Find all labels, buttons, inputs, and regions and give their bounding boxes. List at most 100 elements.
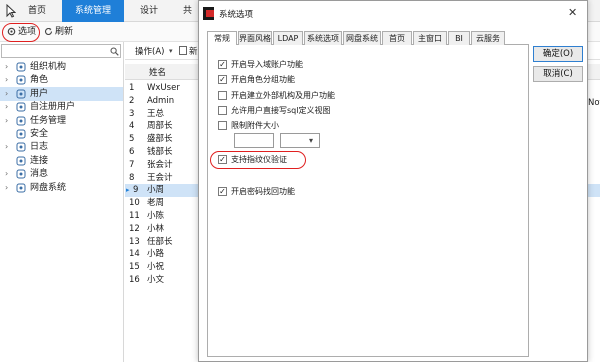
user-name-cell: 周部长	[147, 121, 173, 132]
expand-arrow-icon[interactable]: ›	[5, 100, 13, 114]
expand-arrow-icon[interactable]: ›	[5, 181, 13, 195]
nav-search-input[interactable]	[1, 44, 121, 58]
expand-arrow-icon[interactable]: ›	[5, 87, 13, 101]
cursor-arrow-icon[interactable]	[6, 3, 17, 18]
fingerprint-checkbox[interactable]: ✓	[218, 155, 227, 164]
tab-1[interactable]: 界面风格	[238, 31, 272, 45]
tab-7[interactable]: BI	[448, 31, 470, 45]
option-label: 限制附件大小	[231, 121, 279, 131]
menu-design[interactable]: 设计	[140, 0, 170, 22]
table-row[interactable]: 7 张会计	[125, 159, 205, 172]
table-row[interactable]: 6 钱部长	[125, 146, 205, 159]
table-row[interactable]: 14 小路	[125, 248, 205, 261]
table-row[interactable]: 5 盛部长	[125, 133, 205, 146]
tab-5[interactable]: 首页	[382, 31, 412, 45]
operate-menu-button[interactable]: 操作(A)	[135, 45, 164, 57]
sidebar-item-label: 消息	[30, 169, 49, 180]
refresh-button[interactable]: 刷新	[55, 24, 73, 40]
org-icon	[16, 62, 26, 72]
system-options-dialog: 系统选项 ✕ 常规 界面风格 LDAP 系统选项 网盘系统 首页 主窗口 BI 云服务 ✓ 开启导…	[198, 0, 588, 362]
option-checkbox[interactable]: ✓	[218, 75, 227, 85]
close-icon[interactable]: ✕	[568, 6, 577, 19]
tab-8[interactable]: 云服务	[471, 31, 505, 45]
table-row[interactable]: 10 老周	[125, 197, 205, 210]
table-row[interactable]: 4 周部长	[125, 120, 205, 133]
row-number: 13	[129, 236, 140, 247]
user-name-cell: 小祝	[147, 262, 165, 273]
log-icon	[16, 142, 26, 152]
row-number: 1	[129, 83, 135, 93]
sidebar-item-label: 日志	[30, 142, 49, 153]
sidebar-item-message[interactable]: › 消息	[0, 167, 123, 181]
option-checkbox[interactable]: ✓	[218, 60, 227, 69]
row-number: 15	[129, 262, 140, 273]
sidebar-item-task[interactable]: › 任务管理	[0, 114, 123, 128]
option-checkbox[interactable]	[218, 105, 227, 115]
table-row[interactable]: 1 WxUser	[125, 82, 205, 95]
user-name-cell: 王总	[147, 108, 165, 119]
sidebar-item-role[interactable]: › 角色	[0, 73, 123, 87]
attachment-size-input[interactable]	[234, 133, 274, 148]
sidebar-item-cloud-drive[interactable]: › 网盘系统	[0, 181, 123, 195]
dialog-tabbar: 常规 界面风格 LDAP 系统选项 网盘系统 首页 主窗口 BI 云服务	[207, 31, 529, 46]
search-icon[interactable]	[110, 47, 119, 56]
table-row[interactable]: 3 王总	[125, 108, 205, 121]
tab-4[interactable]: 网盘系统	[343, 31, 381, 45]
table-row[interactable]: 15 小祝	[125, 261, 205, 274]
size-unit-select[interactable]: ▾	[280, 133, 320, 148]
user-icon	[16, 89, 26, 99]
table-row[interactable]: 12 小林	[125, 223, 205, 236]
table-row[interactable]: 2 Admin	[125, 95, 205, 108]
app-logo-icon	[203, 7, 214, 20]
row-number: 5	[129, 134, 135, 145]
expand-arrow-icon[interactable]: ›	[5, 167, 13, 181]
cancel-button[interactable]: 取消(C)	[533, 66, 583, 82]
password-recovery-checkbox[interactable]: ✓	[218, 187, 227, 196]
table-row[interactable]: 13 任部长	[125, 236, 205, 249]
menu-home[interactable]: 首页	[28, 0, 58, 22]
row-number: 4	[129, 121, 135, 132]
table-row[interactable]: 11 小陈	[125, 210, 205, 223]
role-icon	[16, 75, 26, 85]
sidebar-item-self-register[interactable]: › 自注册用户	[0, 100, 123, 114]
table-row[interactable]: 8 王会计	[125, 172, 205, 185]
dialog-titlebar[interactable]: 系统选项 ✕	[199, 1, 587, 27]
sidebar-item-label: 用户	[30, 88, 49, 99]
option-checkbox[interactable]	[218, 121, 227, 131]
refresh-icon[interactable]	[44, 27, 53, 36]
tab-3[interactable]: 系统选项	[304, 31, 342, 45]
sidebar-item-shield[interactable]: 安全	[0, 127, 123, 141]
current-row-indicator-icon: ▸	[126, 186, 130, 195]
tab-2[interactable]: LDAP	[273, 31, 303, 45]
row-number: 9	[133, 185, 139, 196]
new-document-icon[interactable]	[179, 46, 187, 55]
option-checkbox[interactable]	[218, 90, 227, 100]
sidebar-item-user[interactable]: › 用户	[0, 86, 123, 101]
chevron-down-icon: ▾	[308, 136, 313, 145]
row-number: 14	[129, 249, 140, 260]
table-row[interactable]: 16 小文	[125, 274, 205, 287]
user-name-cell: 老周	[147, 198, 165, 209]
user-name-cell: 盛部长	[147, 134, 173, 145]
row-number: 10	[129, 198, 140, 209]
expand-arrow-icon[interactable]: ›	[5, 73, 13, 87]
column-header-name[interactable]: 姓名	[149, 66, 166, 78]
expand-arrow-icon[interactable]: ›	[5, 114, 13, 128]
dropdown-arrow-icon[interactable]: ▾	[169, 47, 173, 55]
user-name-cell: 钱部长	[147, 147, 173, 157]
expand-arrow-icon[interactable]: ›	[5, 140, 13, 154]
row-number: 12	[129, 223, 140, 234]
sidebar-item-label: 角色	[30, 75, 49, 86]
user-name-cell: 小周	[147, 185, 165, 196]
row-number: 8	[129, 172, 135, 183]
tab-0[interactable]: 常规	[207, 31, 237, 46]
sidebar-item-connection[interactable]: 连接	[0, 154, 123, 168]
ok-button[interactable]: 确定(O)	[533, 46, 583, 62]
menu-more[interactable]: 共	[183, 0, 197, 22]
tab-6[interactable]: 主窗口	[413, 31, 447, 45]
user-name-cell: 小路	[147, 249, 165, 260]
expand-arrow-icon[interactable]: ›	[5, 60, 13, 74]
sidebar-item-org[interactable]: › 组织机构	[0, 60, 123, 74]
sidebar-item-log[interactable]: › 日志	[0, 140, 123, 154]
menu-system-management[interactable]: 系统管理	[62, 0, 124, 22]
